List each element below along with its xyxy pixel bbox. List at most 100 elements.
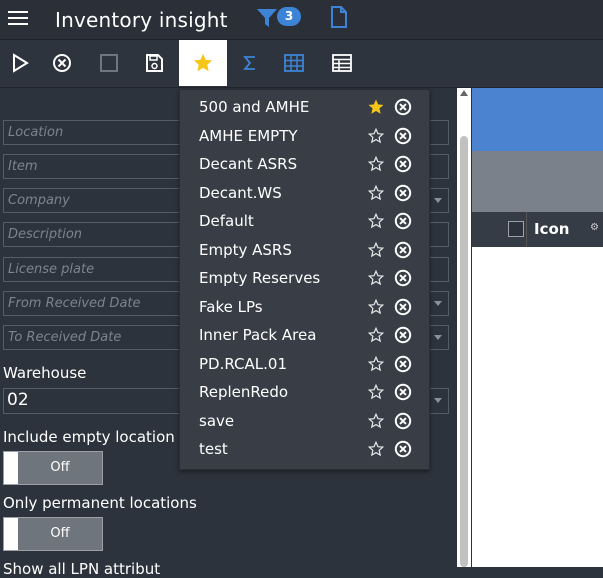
description-placeholder: Description (8, 227, 83, 242)
chevron-down-icon[interactable] (434, 198, 442, 203)
title-bar: Inventory insight 3 (0, 0, 603, 40)
favorite-item[interactable]: ReplenRedo (180, 379, 431, 407)
star-filled-icon[interactable] (367, 98, 385, 120)
delete-circle-icon[interactable] (394, 184, 412, 206)
star-outline-icon[interactable] (367, 412, 385, 434)
grid-button[interactable] (274, 40, 314, 86)
sigma-icon (243, 56, 255, 70)
favorite-name: ReplenRedo (199, 383, 289, 401)
cancel-button[interactable] (42, 40, 82, 86)
grid-icon (284, 54, 304, 72)
table-icon (332, 54, 352, 72)
run-button[interactable] (0, 40, 40, 86)
chevron-down-icon[interactable] (434, 301, 442, 306)
favorite-item[interactable]: Fake LPs (180, 294, 431, 322)
star-outline-icon[interactable] (367, 241, 385, 263)
favorite-name: Decant.WS (199, 183, 282, 202)
column-divider (526, 212, 527, 247)
favorite-name: Default (199, 212, 254, 230)
grid-banner (472, 88, 603, 151)
star-outline-icon[interactable] (367, 269, 385, 291)
delete-circle-icon[interactable] (394, 241, 412, 263)
favorites-dropdown: 500 and AMHE AMHE EMPTY Decant ASRS Decant.… (179, 89, 430, 470)
show-lpn-label: Show all LPN attribut (3, 560, 161, 578)
delete-circle-icon[interactable] (394, 383, 412, 405)
delete-circle-icon[interactable] (394, 155, 412, 177)
star-outline-icon[interactable] (367, 383, 385, 405)
favorite-item[interactable]: Empty Reserves (180, 265, 431, 293)
star-outline-icon[interactable] (367, 440, 385, 462)
toolbar (0, 40, 603, 88)
grid-group-area (472, 151, 603, 212)
favorite-name: AMHE EMPTY (199, 126, 298, 145)
license-plate-placeholder: License plate (8, 262, 95, 277)
scrollbar-thumb[interactable] (460, 136, 468, 567)
favorite-item[interactable]: 500 and AMHE (180, 94, 431, 122)
app-title: Inventory insight (55, 8, 228, 32)
include-empty-toggle[interactable]: Off (3, 451, 103, 485)
include-empty-toggle-state: Off (18, 452, 102, 484)
to-received-date-placeholder: To Received Date (8, 330, 122, 345)
from-received-date-placeholder: From Received Date (8, 296, 141, 311)
favorites-button[interactable] (179, 40, 227, 86)
favorite-name: Decant ASRS (199, 155, 298, 173)
favorite-name: PD.RCAL.01 (199, 354, 287, 373)
scrollbar[interactable] (457, 88, 471, 567)
delete-circle-icon[interactable] (394, 298, 412, 320)
scroll-up-arrow-icon[interactable] (460, 90, 468, 96)
favorite-item[interactable]: Default (180, 208, 431, 236)
favorite-item[interactable]: Decant.WS (180, 180, 431, 208)
table-button[interactable] (322, 40, 362, 86)
company-placeholder: Company (8, 193, 70, 208)
hamburger-menu-icon[interactable] (8, 10, 28, 26)
select-all-checkbox[interactable] (508, 221, 524, 237)
favorite-name: Fake LPs (199, 297, 263, 316)
only-permanent-toggle[interactable]: Off (3, 517, 103, 551)
delete-circle-icon[interactable] (394, 127, 412, 149)
favorite-item[interactable]: save (180, 408, 431, 436)
star-outline-icon[interactable] (367, 355, 385, 377)
delete-circle-icon[interactable] (394, 269, 412, 291)
star-outline-icon[interactable] (367, 127, 385, 149)
play-icon (13, 53, 29, 73)
warehouse-label: Warehouse (3, 364, 87, 382)
item-placeholder: Item (8, 159, 38, 174)
favorite-name: save (199, 411, 235, 430)
delete-circle-icon[interactable] (394, 355, 412, 377)
location-placeholder: Location (8, 125, 64, 140)
gear-icon[interactable]: ⚙ (590, 222, 599, 233)
star-outline-icon[interactable] (367, 184, 385, 206)
filter-icon[interactable] (256, 7, 278, 29)
include-empty-label: Include empty location (3, 428, 175, 446)
star-outline-icon[interactable] (367, 326, 385, 348)
favorite-item[interactable]: test (180, 436, 431, 464)
favorite-item[interactable]: Empty ASRS (180, 237, 431, 265)
document-icon[interactable] (330, 6, 348, 28)
cancel-icon (53, 54, 71, 72)
star-outline-icon[interactable] (367, 212, 385, 234)
warehouse-value: 02 (7, 390, 29, 410)
delete-circle-icon[interactable] (394, 412, 412, 434)
star-outline-icon[interactable] (367, 298, 385, 320)
icon-column-header[interactable]: Icon (534, 220, 569, 238)
grid-header: Icon ⚙ (472, 212, 603, 247)
favorite-item[interactable]: AMHE EMPTY (180, 123, 431, 151)
favorite-item[interactable]: Inner Pack Area (180, 322, 431, 350)
save-button[interactable] (134, 40, 174, 86)
star-icon (193, 53, 213, 72)
filter-count-badge: 3 (277, 7, 301, 26)
star-outline-icon[interactable] (367, 155, 385, 177)
grid-panel: Icon ⚙ (472, 88, 603, 567)
chevron-down-icon[interactable] (434, 398, 442, 403)
delete-circle-icon[interactable] (394, 326, 412, 348)
chevron-down-icon[interactable] (434, 335, 442, 340)
select-button[interactable] (89, 40, 129, 86)
favorite-item[interactable]: Decant ASRS (180, 151, 431, 179)
favorite-item[interactable]: PD.RCAL.01 (180, 351, 431, 379)
delete-circle-icon[interactable] (394, 212, 412, 234)
delete-circle-icon[interactable] (394, 440, 412, 462)
favorite-name: Empty ASRS (199, 240, 292, 259)
favorite-name: 500 and AMHE (199, 98, 310, 116)
delete-circle-icon[interactable] (394, 98, 412, 120)
sum-button[interactable] (230, 40, 270, 86)
